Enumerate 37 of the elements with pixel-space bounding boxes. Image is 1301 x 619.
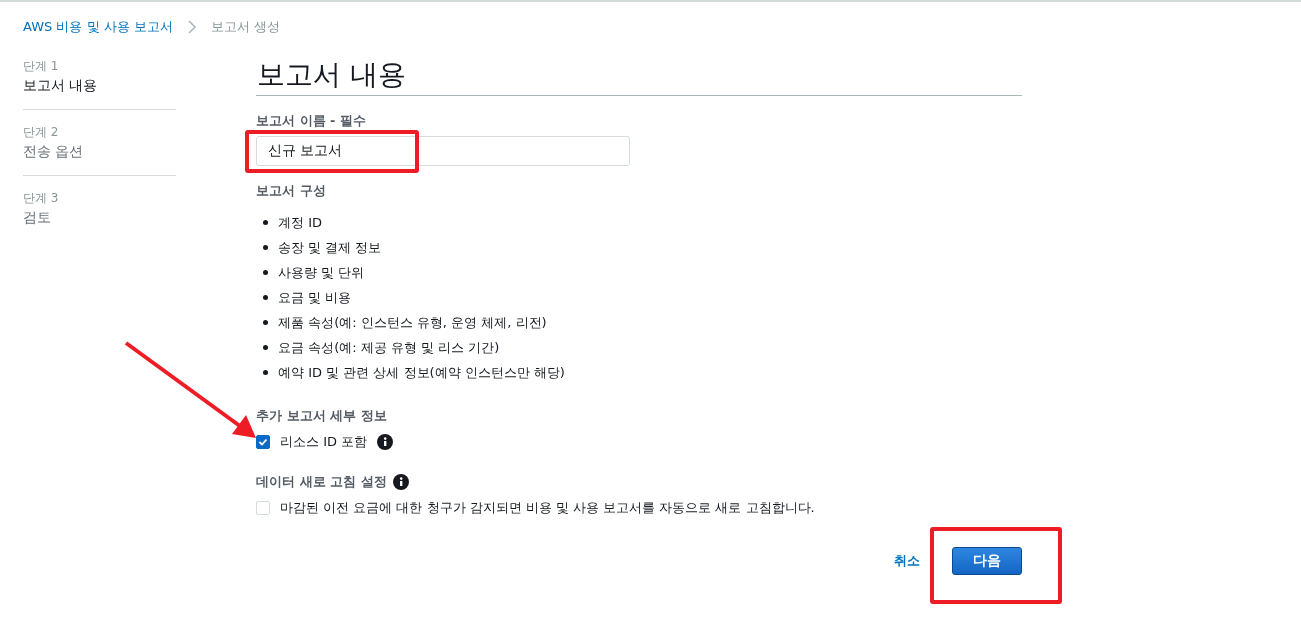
list-item: 사용량 및 단위 [278, 263, 365, 282]
list-item: 예약 ID 및 관련 상세 정보(예약 인스턴스만 해당) [278, 363, 565, 382]
info-icon[interactable] [392, 474, 409, 490]
checkbox-label: 리소스 ID 포함 [280, 433, 368, 451]
checkbox-label: 마감된 이전 요금에 대한 청구가 감지되면 비용 및 사용 보고서를 자동으로 새로 고침합니다. [280, 499, 815, 517]
list-item: 요금 속성(예: 제공 유형 및 리스 기간) [278, 338, 500, 357]
info-icon[interactable] [377, 434, 394, 450]
list-item: 요금 및 비용 [278, 288, 352, 307]
page-heading: 보고서 내용 [256, 58, 1022, 96]
bullet-icon [263, 220, 268, 225]
bullet-icon [263, 370, 268, 375]
step-title[interactable]: 검토 [23, 209, 176, 227]
list-item: 제품 속성(예: 인스턴스 유형, 운영 체제, 리전) [278, 313, 547, 332]
bullet-icon [263, 245, 268, 250]
section-label: 데이터 새로 고침 설정 [256, 473, 387, 491]
step-title[interactable]: 전송 옵션 [23, 143, 176, 161]
step-number: 단계 2 [23, 124, 60, 141]
bullet-icon [263, 295, 268, 300]
bullet-icon [263, 320, 268, 325]
breadcrumb-link[interactable]: AWS 비용 및 사용 보고서 [23, 18, 173, 36]
step-number: 단계 1 [23, 58, 60, 75]
field-label: 보고서 이름 - 필수 [256, 112, 366, 130]
next-button[interactable]: 다음 [952, 547, 1022, 575]
section-label: 보고서 구성 [256, 182, 326, 200]
step-title[interactable]: 보고서 내용 [23, 77, 176, 95]
bullet-icon [263, 345, 268, 350]
report-name-field[interactable]: 신규 보고서 [256, 136, 630, 166]
checkmark-icon [258, 437, 268, 447]
cancel-link[interactable]: 취소 [894, 552, 920, 570]
breadcrumb-current: 보고서 생성 [210, 18, 280, 36]
chevron-right-icon [186, 20, 197, 34]
checkbox[interactable] [256, 435, 270, 449]
bullet-icon [263, 270, 268, 275]
section-label: 추가 보고서 세부 정보 [256, 407, 387, 425]
step-number: 단계 3 [23, 190, 60, 207]
list-item: 계정 ID [278, 213, 322, 232]
list-item: 송장 및 결제 정보 [278, 238, 382, 257]
